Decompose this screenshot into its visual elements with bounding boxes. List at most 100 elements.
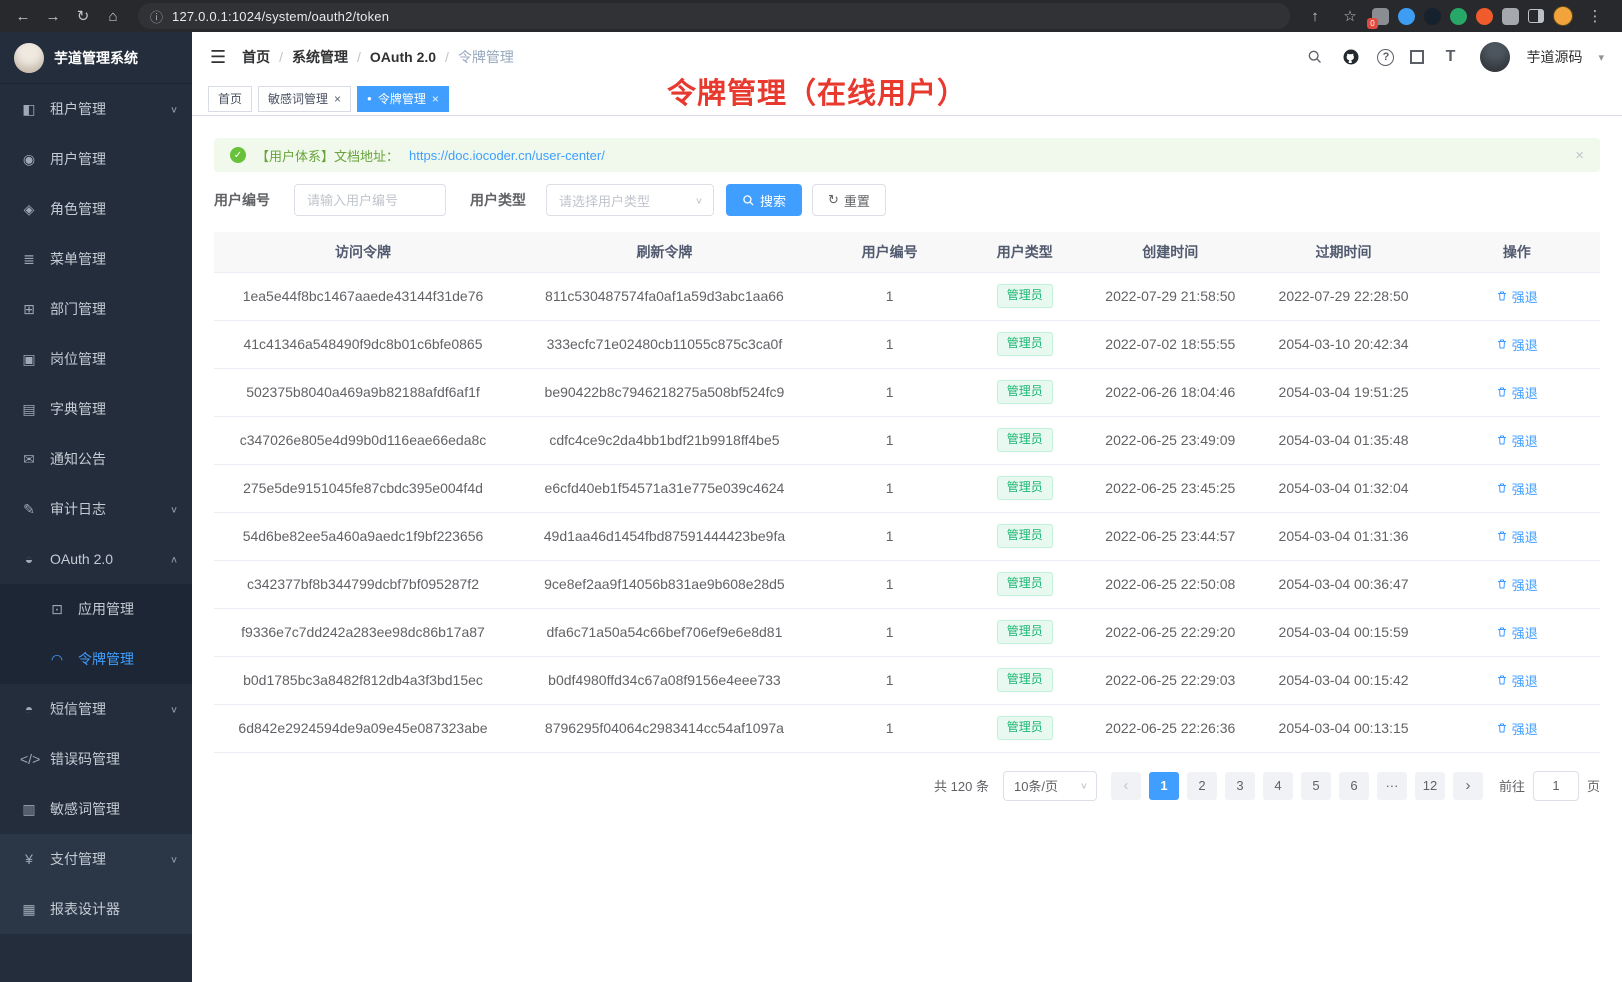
force-logout-button[interactable]: 强退 bbox=[1496, 479, 1538, 498]
force-logout-button[interactable]: 强退 bbox=[1496, 623, 1538, 642]
sidebar-item[interactable]: ◈ 角色管理 bbox=[0, 184, 192, 234]
force-logout-button[interactable]: 强退 bbox=[1496, 719, 1538, 738]
prev-page-button[interactable]: ‹ bbox=[1111, 772, 1141, 800]
sidebar-item[interactable]: ▥ 敏感词管理 bbox=[0, 784, 192, 834]
sidebar-item[interactable]: ≣ 菜单管理 bbox=[0, 234, 192, 284]
force-logout-button[interactable]: 强退 bbox=[1496, 335, 1538, 354]
tab-close-icon[interactable]: × bbox=[432, 93, 439, 105]
sidebar-item[interactable]: ⊡ 应用管理 bbox=[0, 584, 192, 634]
sidebar-item[interactable]: ✉ 通知公告 bbox=[0, 434, 192, 484]
page-button[interactable]: 2 bbox=[1187, 772, 1217, 800]
forward-icon[interactable]: → bbox=[40, 4, 66, 28]
sidebar-item[interactable]: ▣ 岗位管理 bbox=[0, 334, 192, 384]
sidebar-item[interactable]: ◧ 租户管理 ∨ bbox=[0, 84, 192, 134]
user-type-cell: 管理员 bbox=[962, 272, 1087, 320]
force-logout-button[interactable]: 强退 bbox=[1496, 575, 1538, 594]
reset-button[interactable]: ↻ 重置 bbox=[812, 184, 886, 216]
help-icon[interactable]: ? bbox=[1377, 49, 1394, 66]
sidebar-item-label: 部门管理 bbox=[50, 299, 178, 319]
user-id-input[interactable] bbox=[294, 184, 446, 216]
caret-down-icon: ∨ bbox=[695, 195, 703, 205]
sidebar-item[interactable]: </> 错误码管理 bbox=[0, 734, 192, 784]
breadcrumb-item[interactable]: 令牌管理 bbox=[458, 47, 514, 67]
refresh-token-cell: 333ecfc71e02480cb11055c875c3ca0f bbox=[512, 320, 817, 368]
search-icon[interactable] bbox=[1305, 47, 1325, 67]
next-page-button[interactable]: › bbox=[1453, 772, 1483, 800]
force-logout-button[interactable]: 强退 bbox=[1496, 383, 1538, 402]
sidebar-item[interactable]: ◒ OAuth 2.0 ∧ bbox=[0, 534, 192, 584]
page-size-select[interactable]: 10条/页 ∨ bbox=[1003, 771, 1097, 801]
sidebar-item[interactable]: ▤ 字典管理 bbox=[0, 384, 192, 434]
access-token-cell: 41c41346a548490f9dc8b01c6bfe0865 bbox=[214, 320, 512, 368]
force-logout-button[interactable]: 强退 bbox=[1496, 431, 1538, 450]
sidebar-item[interactable]: ✎ 审计日志 ∨ bbox=[0, 484, 192, 534]
sidebar-item-label: 敏感词管理 bbox=[50, 799, 178, 819]
search-icon bbox=[742, 194, 755, 207]
breadcrumb-item[interactable]: OAuth 2.0 bbox=[370, 49, 436, 65]
page-button[interactable]: 4 bbox=[1263, 772, 1293, 800]
tab[interactable]: 首页 bbox=[208, 86, 252, 112]
page-button[interactable]: 5 bbox=[1301, 772, 1331, 800]
page-button[interactable]: ··· bbox=[1377, 772, 1407, 800]
logo-image bbox=[14, 43, 44, 73]
user-menu-caret-icon[interactable]: ▾ bbox=[1598, 51, 1604, 64]
sidebar-item[interactable]: ◓ 短信管理 ∨ bbox=[0, 684, 192, 734]
expire-time-cell: 2054-03-04 01:31:36 bbox=[1253, 512, 1433, 560]
extension-icon[interactable] bbox=[1450, 8, 1467, 25]
user-type-select[interactable]: 请选择用户类型 ∨ bbox=[546, 184, 714, 216]
user-avatar[interactable] bbox=[1480, 42, 1510, 72]
bookmark-star-icon[interactable]: ☆ bbox=[1337, 4, 1363, 28]
reload-icon[interactable]: ↻ bbox=[70, 4, 96, 28]
breadcrumb-item[interactable]: 首页 bbox=[242, 47, 270, 67]
extension-icon[interactable] bbox=[1398, 8, 1415, 25]
username[interactable]: 芋道源码 bbox=[1526, 47, 1582, 67]
sidebar-item[interactable]: ▦ 报表设计器 bbox=[0, 884, 192, 934]
extensions-puzzle-icon[interactable] bbox=[1502, 8, 1519, 25]
fullscreen-icon[interactable] bbox=[1410, 50, 1424, 64]
extension-icon[interactable] bbox=[1424, 8, 1441, 25]
extension-icon[interactable]: 0 bbox=[1372, 8, 1389, 25]
breadcrumb-item[interactable]: 系统管理 bbox=[292, 47, 348, 67]
browser-menu-icon[interactable]: ⋮ bbox=[1582, 4, 1608, 28]
browser-profile-avatar[interactable] bbox=[1553, 6, 1573, 26]
page-button[interactable]: 1 bbox=[1149, 772, 1179, 800]
force-logout-button[interactable]: 强退 bbox=[1496, 527, 1538, 546]
search-button[interactable]: 搜索 bbox=[726, 184, 802, 216]
back-icon[interactable]: ← bbox=[10, 4, 36, 28]
expire-time-cell: 2054-03-04 00:15:59 bbox=[1253, 608, 1433, 656]
sidebar-toggle-icon[interactable]: ☰ bbox=[210, 47, 226, 68]
force-logout-button[interactable]: 强退 bbox=[1496, 287, 1538, 306]
tab[interactable]: 敏感词管理 × bbox=[258, 86, 351, 112]
user-type-tag: 管理员 bbox=[997, 284, 1053, 308]
app-logo[interactable]: 芋道管理系统 bbox=[0, 32, 192, 84]
doc-link[interactable]: https://doc.iocoder.cn/user-center/ bbox=[409, 148, 605, 163]
page-button[interactable]: 3 bbox=[1225, 772, 1255, 800]
tab-close-icon[interactable]: × bbox=[334, 93, 341, 105]
force-logout-button[interactable]: 强退 bbox=[1496, 671, 1538, 690]
address-bar[interactable]: ⓘ 127.0.0.1:1024/system/oauth2/token bbox=[138, 3, 1290, 29]
sidebar-item[interactable]: ¥ 支付管理 ∨ bbox=[0, 834, 192, 884]
sidebar-item[interactable]: ◠ 令牌管理 bbox=[0, 634, 192, 684]
sidebar-item[interactable]: ⊞ 部门管理 bbox=[0, 284, 192, 334]
sidebar-item[interactable]: ◉ 用户管理 bbox=[0, 134, 192, 184]
alert-close-icon[interactable]: × bbox=[1575, 147, 1584, 164]
font-size-icon[interactable]: T bbox=[1440, 47, 1460, 67]
sidebar-item-label: 应用管理 bbox=[78, 599, 178, 619]
tab[interactable]: ● 令牌管理 × bbox=[357, 86, 449, 112]
github-icon[interactable] bbox=[1341, 47, 1361, 67]
sidebar-menu: ◧ 租户管理 ∨ ◉ 用户管理 ◈ 角色管理 ≣ bbox=[0, 84, 192, 982]
action-cell: 强退 bbox=[1434, 512, 1600, 560]
extension-icon[interactable] bbox=[1476, 8, 1493, 25]
share-icon[interactable]: ↑ bbox=[1302, 4, 1328, 28]
create-time-cell: 2022-06-25 23:44:57 bbox=[1087, 512, 1253, 560]
column-header: 用户编号 bbox=[817, 232, 963, 272]
force-logout-label: 强退 bbox=[1512, 383, 1538, 402]
trash-icon bbox=[1496, 578, 1508, 590]
table-row: c342377bf8b344799dcbf7bf095287f2 9ce8ef2… bbox=[214, 560, 1600, 608]
page-button[interactable]: 6 bbox=[1339, 772, 1369, 800]
site-info-icon[interactable]: ⓘ bbox=[150, 7, 163, 26]
page-button[interactable]: 12 bbox=[1415, 772, 1445, 800]
goto-page-input[interactable] bbox=[1533, 771, 1579, 801]
side-panel-icon[interactable] bbox=[1528, 9, 1544, 23]
home-icon[interactable]: ⌂ bbox=[100, 4, 126, 28]
